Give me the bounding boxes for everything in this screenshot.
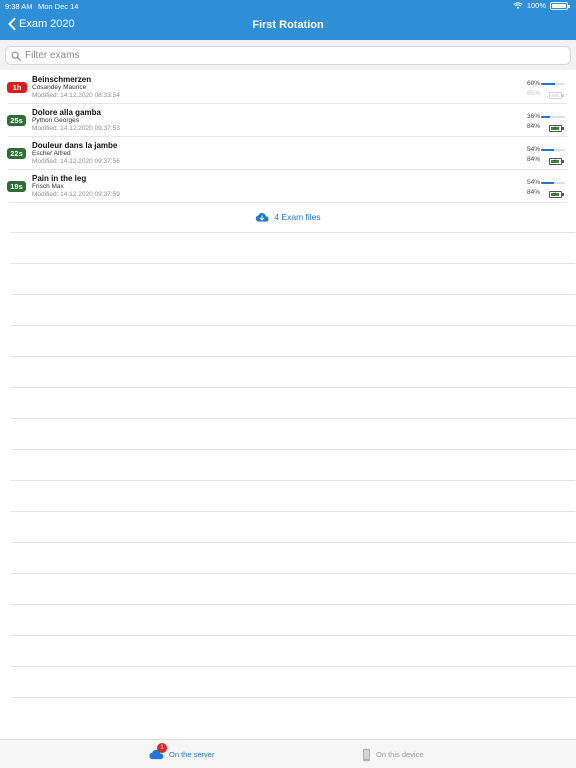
exam-row[interactable]: 1h Beinschmerzen Cosandey Maurice Modifi… [7,71,567,104]
exam-stats: 60% 85% ⚡ [527,80,567,100]
cloud-download-icon [256,212,269,222]
progress-percent: 60% [526,80,540,87]
search-icon [11,51,21,61]
exam-row[interactable]: 19s Pain in the leg Frisch Max Modified:… [7,170,567,203]
tab-on-the-server[interactable]: 1 On the server [148,740,214,768]
exam-modified: Modified: 14.12.2020 09:37:53 [32,125,120,132]
progress-bar [541,83,565,85]
empty-list-rows [11,232,575,728]
exam-list: 1h Beinschmerzen Cosandey Maurice Modifi… [0,71,576,203]
status-right: 100% [513,1,570,10]
search-bar [0,40,576,70]
exam-files-label: 4 Exam files [274,212,321,222]
battery-icon [550,1,570,10]
battery-percent: 84% [526,156,540,163]
device-battery-icon: ⚡ [549,191,564,198]
exam-title: Dolore alla gamba [32,108,101,117]
exam-row[interactable]: 25s Dolore alla gamba Python Georges Mod… [7,104,567,137]
search-input[interactable] [25,50,570,61]
progress-bar [541,182,565,184]
nav-bar: Exam 2020 First Rotation [0,12,576,40]
progress-percent: 54% [526,146,540,153]
duration-badge: 1h [7,82,27,93]
battery-percent: 85% [526,90,540,97]
tab-label-device: On this device [376,750,424,759]
exam-stats: 54% 84% ⚡ [527,179,567,199]
duration-badge: 19s [7,181,26,192]
tab-label-server: On the server [169,750,215,759]
header: 9:38 AM Mon Dec 14 100% Exam 2020 First … [0,0,576,40]
app: 9:38 AM Mon Dec 14 100% Exam 2020 First … [0,0,576,768]
exam-title: Douleur dans la jambe [32,141,118,150]
progress-bar [541,116,565,118]
exam-title: Pain in the leg [32,174,87,183]
wifi-icon [513,1,523,9]
status-bar: 9:38 AM Mon Dec 14 100% [0,0,576,12]
exam-row[interactable]: 22s Douleur dans la jambe Escher Alfred … [7,137,567,170]
exam-stats: 36% 84% ⚡ [527,113,567,133]
exam-modified: Modified: 14.12.2020 09:37:56 [32,158,120,165]
progress-bar [541,149,565,151]
exam-author: Frisch Max [32,183,64,190]
device-battery-icon: ⚡ [549,125,564,132]
page-title: First Rotation [252,19,324,31]
exam-author: Python Georges [32,117,79,124]
exam-modified: Modified: 14.12.2020 08:33:54 [32,92,120,99]
duration-badge: 22s [7,148,26,159]
battery-percent: 84% [526,123,540,130]
exam-stats: 54% 84% ⚡ [527,146,567,166]
notification-badge: 1 [157,743,167,753]
search-field[interactable] [5,46,571,65]
progress-percent: 36% [526,113,540,120]
duration-badge: 25s [7,115,26,126]
exam-files-link[interactable]: 4 Exam files [0,203,576,231]
tab-on-this-device[interactable]: On this device [362,740,424,768]
device-battery-icon: ⚡ [549,158,564,165]
progress-percent: 54% [526,179,540,186]
status-time: 9:38 AM [5,2,33,11]
exam-author: Cosandey Maurice [32,84,87,91]
phone-icon [363,748,370,761]
battery-percent: 84% [526,189,540,196]
exam-author: Escher Alfred [32,150,71,157]
cloud-icon: 1 [148,743,167,760]
status-battery-text: 100% [526,1,546,10]
exam-title: Beinschmerzen [32,75,92,84]
exam-modified: Modified: 14.12.2020 09:37:59 [32,191,120,198]
device-battery-icon: ⚡ [549,92,564,99]
tab-bar: 1 On the server On this device [0,739,576,768]
status-date: Mon Dec 14 [38,2,79,11]
